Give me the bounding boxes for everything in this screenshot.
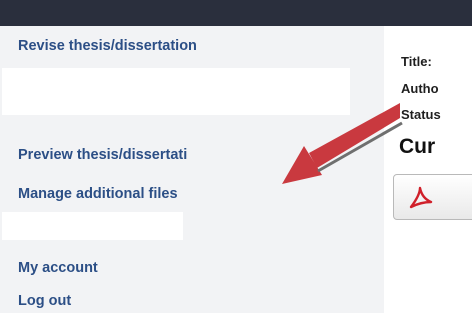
pdf-icon bbox=[409, 186, 433, 209]
top-navigation-bar bbox=[0, 0, 472, 26]
blank-panel-small bbox=[2, 212, 183, 240]
blank-panel bbox=[2, 68, 350, 115]
sidebar-link-manage-additional-files[interactable]: Manage additional files bbox=[18, 185, 178, 203]
sidebar-link-log-out[interactable]: Log out bbox=[18, 292, 71, 310]
pdf-file-button[interactable] bbox=[393, 174, 472, 220]
sidebar-link-my-account[interactable]: My account bbox=[18, 259, 98, 277]
status-label: Status bbox=[401, 107, 441, 122]
sidebar: Revise thesis/dissertation Preview thesi… bbox=[0, 26, 384, 313]
sidebar-link-preview-thesis[interactable]: Preview thesis/dissertati bbox=[18, 146, 187, 164]
author-label: Autho bbox=[401, 81, 439, 96]
main-content: Title: Autho Status Cur bbox=[384, 26, 472, 313]
section-heading: Cur bbox=[399, 135, 436, 158]
title-label: Title: bbox=[401, 54, 432, 69]
sidebar-link-revise-thesis[interactable]: Revise thesis/dissertation bbox=[18, 37, 197, 55]
